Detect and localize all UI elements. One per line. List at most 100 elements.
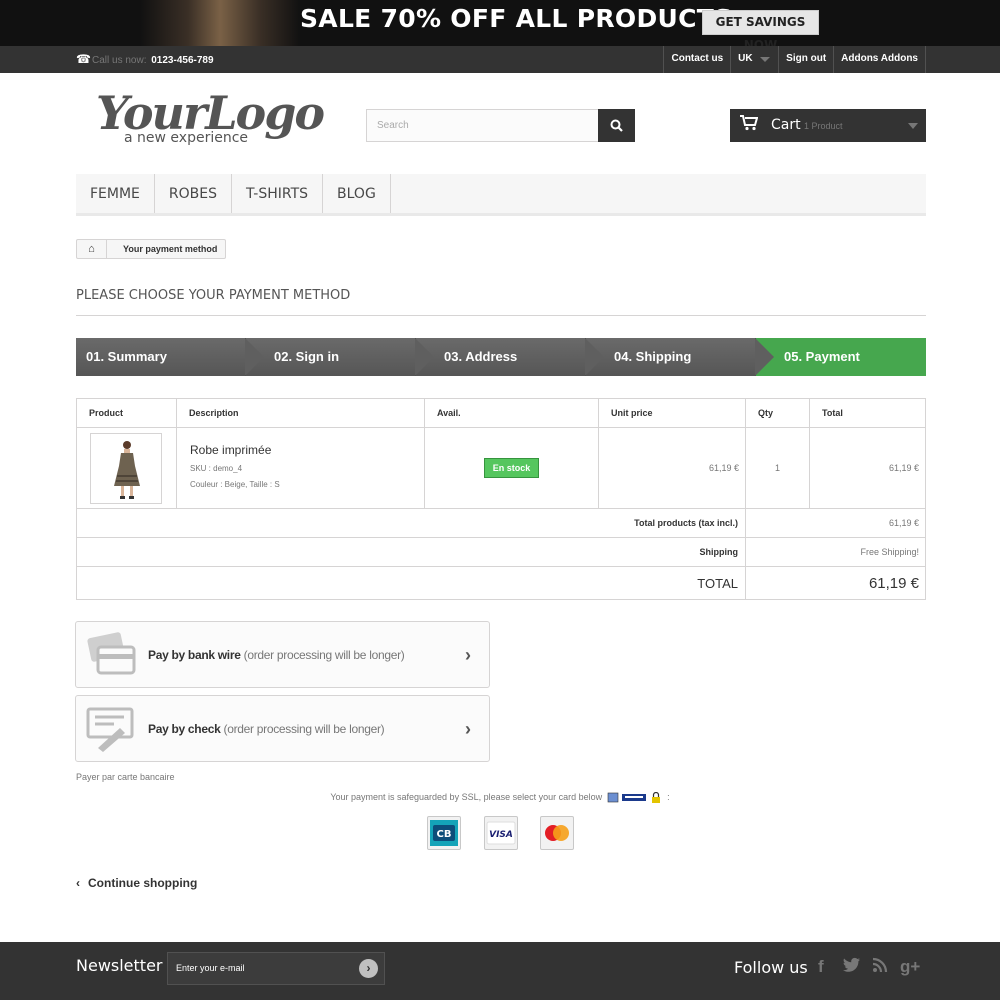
contact-us-link[interactable]: Contact us [663,46,730,73]
check-title: Pay by check [148,722,221,736]
twitter-icon[interactable] [843,957,861,978]
banner-text: SALE 70% OFF ALL PRODUCTS [300,4,733,33]
google-plus-icon[interactable]: g+ [900,957,920,977]
step-sign-in[interactable]: 02. Sign in [246,338,434,376]
language-selector[interactable]: UK [730,46,778,73]
cart-icon [740,115,758,131]
product-name[interactable]: Robe imprimée [190,443,424,457]
menu-item-tshirts[interactable]: T-shirts [232,174,324,213]
pay-by-bank-wire-button[interactable]: Pay by bank wire (order processing will … [75,621,490,688]
check-note: (order processing will be longer) [223,722,385,736]
visa-card-button[interactable]: VISA [484,816,518,850]
top-nav: Contact us UK Sign out Addons Addons [663,46,926,73]
cb-card-icon: CB [430,820,458,846]
product-image[interactable] [90,432,162,504]
availability-cell: En stock [424,427,599,509]
chevron-down-icon [908,123,918,129]
chevron-right-icon: › [465,645,471,665]
shipping-label: Shipping [76,537,746,567]
cb-card-button[interactable]: CB [427,816,461,850]
menu-item-robes[interactable]: Robes [155,174,232,213]
svg-text:VISA: VISA [489,830,513,840]
search-placeholder: Search [377,120,409,131]
main-menu: Femme Robes T-shirts Blog [76,174,926,216]
cart-label: Cart [771,117,801,133]
follow-us-heading: Follow us [734,958,808,977]
unit-price: 61,19 € [598,427,746,509]
newsletter-placeholder: Enter your e-mail [176,963,245,973]
rss-icon[interactable] [872,957,888,978]
search-button[interactable] [598,109,635,142]
step-address[interactable]: 03. Address [416,338,604,376]
step-shipping[interactable]: 04. Shipping [586,338,774,376]
product-attributes: Couleur : Beige, Taille : S [190,480,280,489]
chevron-down-icon [760,57,771,62]
page-title: PLEASE CHOOSE YOUR PAYMENT METHOD [76,288,926,316]
breadcrumb: ⌂ Your payment method [76,239,227,259]
menu-item-femme[interactable]: Femme [76,174,155,213]
facebook-icon[interactable]: f [818,957,824,977]
call-label: Call us now: [92,55,147,66]
ssl-note-colon: : [667,792,670,802]
chevron-left-icon: ‹ [76,876,80,890]
table-row: Robe imprimée SKU : demo_4 Couleur : Bei… [76,427,926,509]
continue-shopping-label: Continue shopping [88,876,198,890]
account-link[interactable]: Addons Addons [833,46,926,73]
banner-model-image [140,0,300,46]
get-savings-button[interactable]: GET SAVINGS NOW [702,10,819,46]
check-pen-icon [86,707,134,752]
phone-info: ☎Call us now: 0123-456-789 [76,46,214,73]
promo-banner[interactable]: SALE 70% OFF ALL PRODUCTS GET SAVINGS NO… [0,0,1000,46]
shipping-row: Shipping Free Shipping! [76,537,926,567]
shipping-value: Free Shipping! [745,537,926,567]
phone-icon: ☎ [76,52,91,66]
newsletter-heading: Newsletter [76,956,163,975]
total-products-row: Total products (tax incl.) 61,19 € [76,508,926,538]
checkout-steps: 01. Summary 02. Sign in 03. Address 04. … [76,338,926,376]
card-payment-note: Payer par carte bancaire [76,772,175,782]
col-availability: Avail. [424,398,599,428]
newsletter-email-input[interactable]: Enter your e-mail › [167,952,385,985]
menu-item-blog[interactable]: Blog [323,174,391,213]
ssl-note-text: Your payment is safeguarded by SSL, plea… [330,792,603,802]
col-product: Product [76,398,177,428]
logo-tagline: a new experience [124,130,249,146]
col-total: Total [809,398,926,428]
mastercard-button[interactable] [540,816,574,850]
search-input[interactable]: Search [366,109,635,142]
bank-card-icon [87,632,136,675]
bank-wire-title: Pay by bank wire [148,648,241,662]
order-summary-table: Product Description Avail. Unit price Qt… [76,398,926,600]
line-total: 61,19 € [809,427,926,509]
grand-total-row: TOTAL 61,19 € [76,566,926,600]
total-value: 61,19 € [745,566,926,600]
pay-by-check-button[interactable]: Pay by check (order processing will be l… [75,695,490,762]
home-icon[interactable]: ⌂ [77,240,107,258]
ssl-note: Your payment is safeguarded by SSL, plea… [0,792,1000,804]
product-sku: SKU : demo_4 [190,464,243,473]
total-products-label: Total products (tax incl.) [76,508,746,538]
total-products-value: 61,19 € [745,508,926,538]
svg-text:CB: CB [437,829,452,840]
col-description: Description [176,398,425,428]
phone-number: 0123-456-789 [151,55,214,66]
product-description-cell: Robe imprimée SKU : demo_4 Couleur : Bei… [176,427,425,509]
total-label: TOTAL [76,566,746,600]
language-label: UK [738,53,753,64]
chevron-right-icon: › [465,719,471,739]
bank-wire-note: (order processing will be longer) [243,648,405,662]
cart-button[interactable]: Cart 1 Product [730,109,926,142]
product-image-cell [76,427,177,509]
step-summary[interactable]: 01. Summary [76,338,264,376]
card-options: CB VISA [427,816,577,852]
continue-shopping-link[interactable]: ‹ Continue shopping [76,876,197,890]
col-qty: Qty [745,398,810,428]
check-label: Pay by check (order processing will be l… [148,696,385,762]
breadcrumb-current: Your payment method [123,244,218,254]
footer: Newsletter Enter your e-mail › Follow us… [0,942,1000,1000]
newsletter-submit-button[interactable]: › [359,959,378,978]
quantity: 1 [745,427,810,509]
top-bar: ☎Call us now: 0123-456-789 Contact us UK… [0,46,1000,73]
ssl-lock-icon [607,792,660,804]
sign-out-link[interactable]: Sign out [778,46,833,73]
